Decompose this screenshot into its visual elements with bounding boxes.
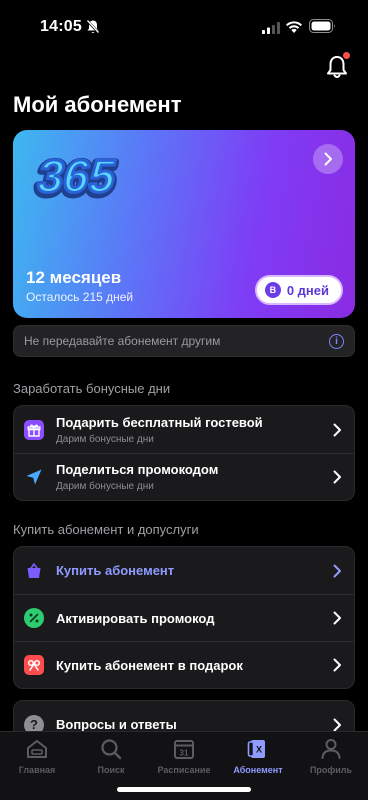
svg-text:X: X <box>256 745 262 755</box>
tab-profile[interactable]: Профиль <box>294 737 368 775</box>
status-bar: 14:05 <box>0 0 368 54</box>
tab-home[interactable]: Главная <box>0 737 74 775</box>
list-item-activate-promo[interactable]: Активировать промокод <box>14 594 354 641</box>
bonus-days-value: 0 дней <box>286 282 329 298</box>
svg-text:31: 31 <box>180 749 189 758</box>
svg-text:365: 365 <box>33 150 121 201</box>
home-indicator <box>117 787 251 792</box>
shopping-bag-icon <box>24 561 44 581</box>
search-icon <box>101 739 122 760</box>
list-item-gift-guest[interactable]: Подарить бесплатный гостевой Дарим бонус… <box>14 406 354 453</box>
list-item-share-promo[interactable]: Поделиться промокодом Дарим бонусные дни <box>14 453 354 500</box>
chevron-right-icon <box>333 718 341 731</box>
home-icon <box>27 740 47 758</box>
notification-badge <box>342 51 351 60</box>
status-time: 14:05 <box>40 18 82 35</box>
card-open-button[interactable] <box>313 144 343 174</box>
brand-logo-365: 365 365 <box>29 148 125 206</box>
info-icon[interactable]: i <box>329 333 344 349</box>
days-remaining: Осталось 215 дней <box>26 290 134 304</box>
bonus-icon: В <box>264 282 281 298</box>
user-icon <box>321 739 341 759</box>
bonus-section-header: Заработать бонусные дни <box>13 381 171 396</box>
list-item-gift-subscription[interactable]: Купить абонемент в подарок <box>14 641 354 688</box>
list-item-label: Поделиться промокодом <box>56 462 219 477</box>
subscription-period: 12 месяцев <box>26 268 122 287</box>
tab-label: Главная <box>18 765 56 775</box>
share-warning-banner: Не передавайте абонемент другим i <box>13 325 355 357</box>
present-icon <box>24 655 44 675</box>
buy-list: Купить абонемент Активировать промокод К… <box>13 546 355 689</box>
bell-slash-icon <box>86 19 100 34</box>
bonus-days-pill[interactable]: В 0 дней <box>254 275 343 305</box>
buy-section-header: Купить абонемент и допуслуги <box>13 522 199 537</box>
percent-icon <box>24 608 44 628</box>
chevron-right-icon <box>333 564 341 577</box>
tab-label: Расписание <box>157 765 211 775</box>
gift-icon <box>24 419 44 440</box>
page-title: Мой абонемент <box>13 92 182 117</box>
tab-subscription[interactable]: X Абонемент <box>221 737 295 775</box>
chevron-right-icon <box>333 611 341 625</box>
subscription-card[interactable]: 365 365 12 месяцев Осталось 215 дней В 0… <box>13 130 355 318</box>
share-warning-text: Не передавайте абонемент другим <box>24 334 221 348</box>
list-item-label: Вопросы и ответы <box>56 717 177 732</box>
tab-label: Профиль <box>309 765 353 775</box>
wifi-icon <box>286 21 302 33</box>
tab-label: Абонемент <box>233 765 283 775</box>
subscription-card-icon: X <box>247 740 265 758</box>
chevron-right-icon <box>333 470 341 484</box>
calendar-icon: 31 <box>174 740 194 759</box>
battery-icon <box>309 19 335 33</box>
list-item-buy-subscription[interactable]: Купить абонемент <box>14 547 354 594</box>
list-item-label: Купить абонемент <box>56 563 175 578</box>
list-item-sublabel: Дарим бонусные дни <box>56 481 154 492</box>
chevron-right-icon <box>333 658 341 672</box>
chevron-right-icon <box>333 423 341 436</box>
list-item-label: Активировать промокод <box>56 610 215 626</box>
list-item-sublabel: Дарим бонусные дни <box>56 433 154 445</box>
tab-label: Поиск <box>97 765 125 775</box>
list-item-label: Подарить бесплатный гостевой <box>56 414 263 430</box>
tab-schedule[interactable]: 31 Расписание <box>147 737 221 775</box>
tab-search[interactable]: Поиск <box>74 737 148 775</box>
signal-icon <box>262 22 280 34</box>
chevron-right-icon <box>324 152 332 166</box>
send-icon <box>24 467 44 487</box>
bonus-list: Подарить бесплатный гостевой Дарим бонус… <box>13 405 355 501</box>
notifications-button[interactable] <box>322 51 352 82</box>
list-item-label: Купить абонемент в подарок <box>56 657 243 673</box>
